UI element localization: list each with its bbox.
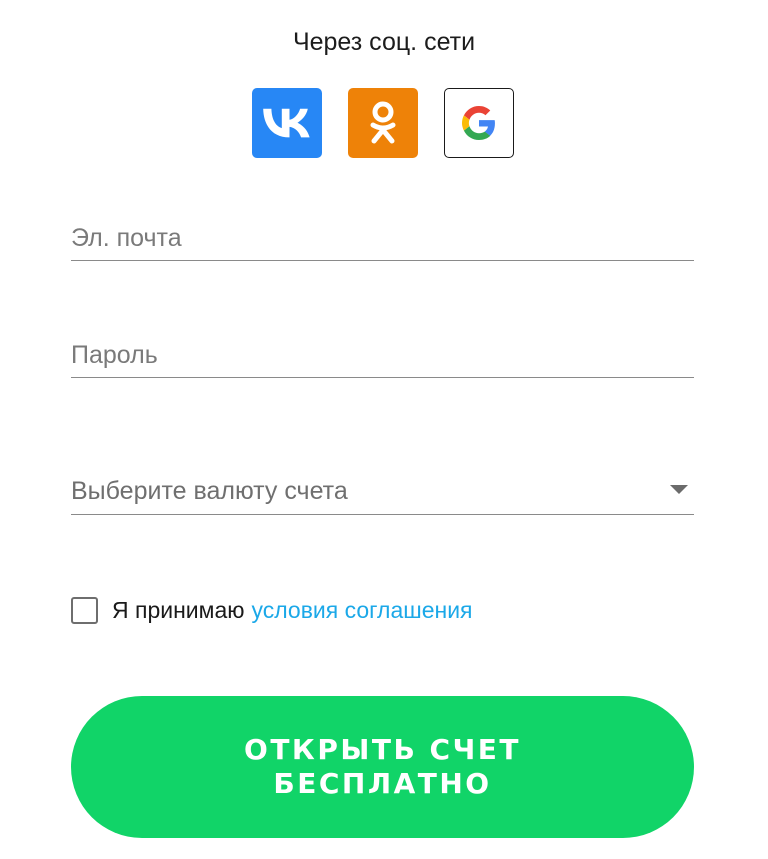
open-account-button-label: ОТКРЫТЬ СЧЕТ БЕСПЛАТНО bbox=[244, 733, 521, 800]
ok-login-button[interactable] bbox=[348, 88, 418, 158]
chevron-down-icon bbox=[670, 485, 688, 494]
google-icon bbox=[462, 106, 495, 140]
odnoklassniki-icon bbox=[370, 101, 396, 144]
agreement-checkbox[interactable] bbox=[71, 597, 98, 624]
email-field-wrapper bbox=[71, 211, 694, 261]
agreement-row: Я принимаю условия соглашения bbox=[71, 597, 473, 624]
currency-select[interactable]: Выберите валюту счета bbox=[71, 465, 694, 515]
agreement-terms-link[interactable]: условия соглашения bbox=[252, 597, 473, 624]
vk-icon bbox=[263, 108, 310, 138]
vk-login-button[interactable] bbox=[252, 88, 322, 158]
open-account-button[interactable]: ОТКРЫТЬ СЧЕТ БЕСПЛАТНО bbox=[71, 696, 694, 838]
password-input[interactable] bbox=[71, 328, 694, 377]
currency-select-placeholder: Выберите валюту счета bbox=[71, 477, 348, 505]
email-input[interactable] bbox=[71, 211, 694, 260]
agreement-text: Я принимаю bbox=[112, 597, 245, 623]
social-login-buttons bbox=[252, 88, 514, 158]
password-field-wrapper bbox=[71, 328, 694, 378]
signup-form: Через соц. сети В bbox=[0, 0, 768, 859]
social-login-title: Через соц. сети bbox=[292, 28, 476, 56]
google-login-button[interactable] bbox=[444, 88, 514, 158]
